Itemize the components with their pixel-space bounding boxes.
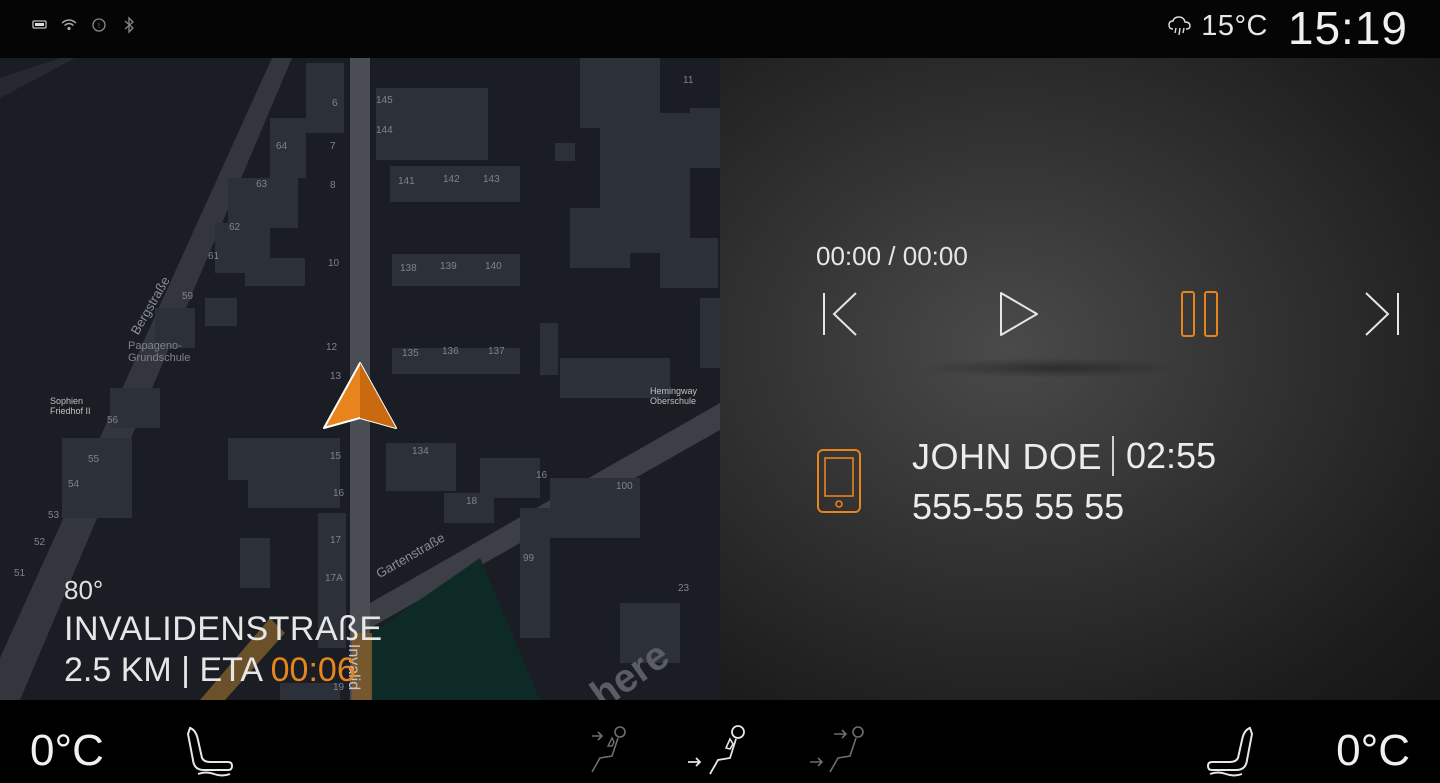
building-number: 63	[256, 179, 268, 190]
right-seat-heat-icon[interactable]	[1204, 722, 1256, 778]
building-number: 135	[402, 348, 419, 359]
building-number: 11	[683, 75, 694, 86]
building-number: 61	[208, 251, 220, 262]
right-temperature[interactable]: 0°C	[1336, 726, 1410, 776]
building-number: 56	[107, 415, 119, 426]
svg-text:!: !	[98, 23, 100, 30]
next-icon	[1365, 292, 1399, 336]
caller-name: JOHN DOE	[912, 436, 1103, 477]
building-number: 6	[332, 98, 338, 109]
building-number: 8	[330, 180, 336, 191]
nav-bearing: 80°	[64, 575, 104, 605]
previous-button[interactable]	[810, 286, 870, 342]
bluetooth-icon	[124, 16, 134, 34]
navigation-map[interactable]: Bergstraße Gartenstraße Invalid Papageno…	[0, 58, 720, 700]
left-seat-heat-icon[interactable]	[184, 722, 236, 778]
airflow-defrost-icon[interactable]	[806, 722, 870, 778]
nav-eta-label: ETA	[199, 651, 262, 689]
building-number: 15	[330, 451, 342, 462]
building-number: 23	[678, 583, 690, 594]
outside-temperature: 15°C	[1201, 9, 1268, 42]
building-number: 59	[182, 291, 194, 302]
building-number: 99	[523, 553, 535, 564]
nav-eta-time: 00:06	[270, 651, 356, 689]
call-duration: 02:55	[1112, 436, 1216, 476]
building-number: 13	[330, 371, 342, 382]
building-number: 7	[330, 141, 336, 152]
building-number: 16	[333, 488, 345, 499]
building-number: 52	[34, 537, 46, 548]
left-temperature[interactable]: 0°C	[30, 726, 104, 776]
navigation-info: 80° INVALIDENSTRAßE 2.5 KM | ETA 00:06	[64, 575, 383, 690]
building-number: 145	[376, 95, 393, 106]
building-number: 139	[440, 261, 457, 272]
place-label: Hemingway Oberschule	[650, 386, 698, 406]
battery-icon	[32, 20, 47, 29]
building-number: 18	[466, 496, 478, 507]
building-number: 141	[398, 176, 415, 187]
play-icon	[1000, 292, 1038, 336]
play-button[interactable]	[988, 286, 1048, 342]
weather: 15°C	[1167, 10, 1268, 42]
cloud-rain-icon	[1168, 16, 1191, 36]
building-number: 51	[14, 568, 26, 579]
media-panel: 00:00 / 00:00 JOHN DOE 02:55 555-55 55 5…	[720, 58, 1440, 700]
pause-button[interactable]	[1170, 286, 1230, 342]
nav-distance-eta: 2.5 KM | ETA 00:06	[64, 651, 356, 689]
track-progress: 00:00 / 00:00	[816, 241, 968, 271]
next-button[interactable]	[1350, 286, 1410, 342]
building-number: 17	[330, 535, 342, 546]
building-number: 12	[326, 342, 338, 353]
building-number: 134	[412, 446, 429, 457]
pause-icon	[1181, 291, 1218, 337]
clock: 15:19	[1287, 2, 1408, 54]
previous-icon	[823, 292, 857, 336]
place-label: Sophien Friedhof II	[50, 396, 91, 416]
airflow-face-icon[interactable]	[586, 722, 630, 778]
building-number: 142	[443, 174, 460, 185]
building-number: 55	[88, 454, 100, 465]
signal-icon: !	[92, 18, 106, 32]
building-number: 100	[616, 481, 633, 492]
building-number: 140	[485, 261, 502, 272]
building-number: 54	[68, 479, 80, 490]
building-number: 138	[400, 263, 417, 274]
building-number: 10	[328, 258, 340, 269]
phone-icon	[817, 449, 861, 513]
building-number: 143	[483, 174, 500, 185]
nav-distance: 2.5 KM	[64, 651, 172, 689]
caller-number: 555-55 55 55	[912, 486, 1125, 527]
nav-street: INVALIDENSTRAßE	[64, 610, 383, 648]
building-number: 64	[276, 141, 288, 152]
building-number: 53	[48, 510, 60, 521]
climate-bar: 0°C 0°C	[0, 700, 1440, 783]
park-area	[372, 558, 540, 700]
controls-shadow	[920, 358, 1180, 378]
building-number: 137	[488, 346, 505, 357]
building-number: 136	[442, 346, 459, 357]
status-bar: ! 15°C 15:19	[0, 0, 1440, 58]
building-number: 144	[376, 125, 393, 136]
wifi-icon	[61, 19, 77, 31]
building-number: 62	[229, 222, 241, 233]
place-label: Papageno-Grundschule	[128, 340, 191, 364]
airflow-feet-icon[interactable]	[686, 722, 750, 778]
building-number: 16	[536, 470, 548, 481]
